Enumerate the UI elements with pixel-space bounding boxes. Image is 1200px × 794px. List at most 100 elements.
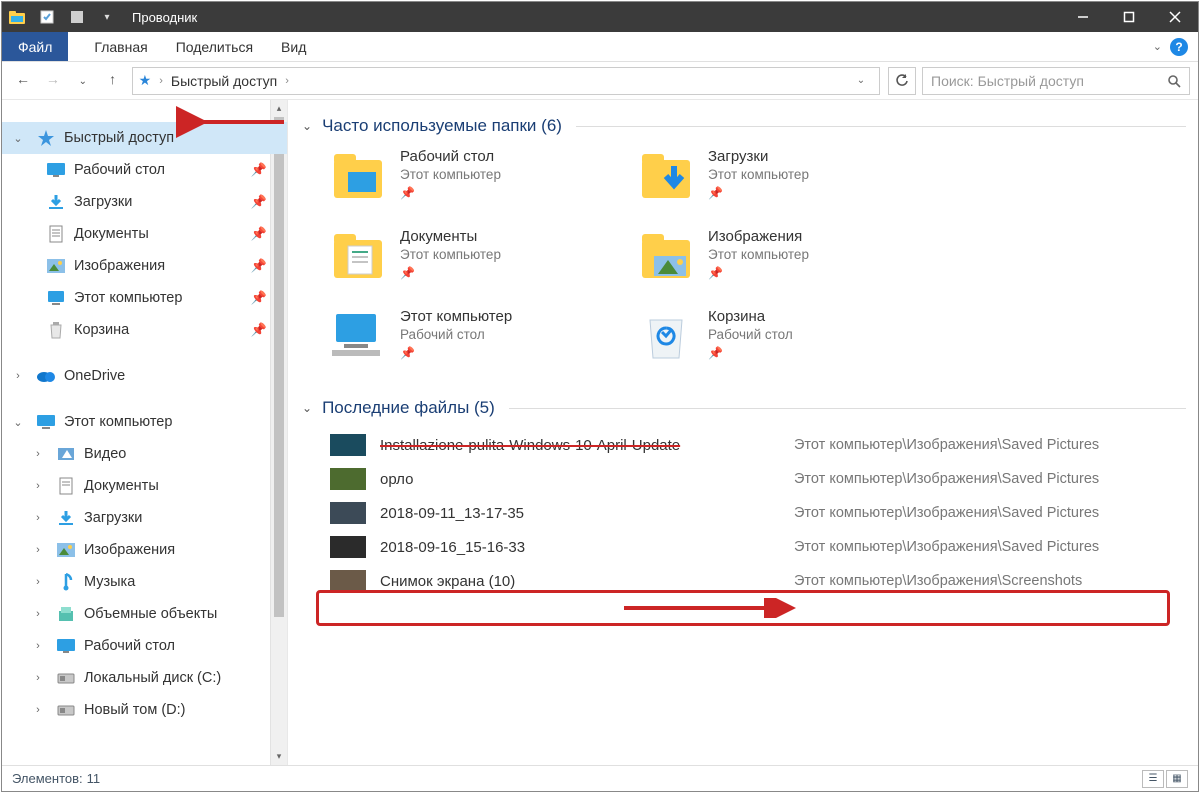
- file-tab[interactable]: Файл: [2, 32, 68, 61]
- maximize-button[interactable]: [1106, 2, 1152, 32]
- chevron-right-icon[interactable]: ›: [28, 448, 48, 460]
- tab-home[interactable]: Главная: [80, 32, 161, 61]
- pc-icon: [46, 288, 66, 308]
- ribbon-expand-icon[interactable]: ⌄: [1153, 40, 1162, 53]
- file-path: Этот компьютер\Изображения\Saved Picture…: [794, 505, 1099, 521]
- chevron-right-icon[interactable]: ›: [28, 576, 48, 588]
- minimize-button[interactable]: [1060, 2, 1106, 32]
- qat-properties-icon[interactable]: [32, 2, 62, 32]
- view-details-button[interactable]: ☰: [1142, 770, 1164, 788]
- qat-dropdown-icon[interactable]: ▾: [92, 2, 122, 32]
- file-path: Этот компьютер\Изображения\Saved Picture…: [794, 471, 1099, 487]
- tree-this-pc-child[interactable]: ›Рабочий стол: [2, 630, 287, 662]
- breadcrumb-chevron-icon[interactable]: ›: [159, 75, 163, 87]
- tab-share[interactable]: Поделиться: [162, 32, 267, 61]
- chevron-right-icon[interactable]: ›: [28, 704, 48, 716]
- pin-icon: 📌: [251, 290, 267, 306]
- folder-location: Этот компьютер: [400, 247, 501, 262]
- group-header-recent[interactable]: ⌄ Последние файлы (5): [302, 398, 1186, 418]
- folder-location: Этот компьютер: [708, 167, 809, 182]
- tree-desktop[interactable]: Рабочий стол 📌: [2, 154, 287, 186]
- tree-this-pc-child[interactable]: › Локальный диск (C:): [2, 662, 287, 694]
- chevron-right-icon[interactable]: ›: [28, 640, 48, 652]
- tree-this-pc-child[interactable]: ›Новый том (D:): [2, 694, 287, 726]
- file-thumbnail: [330, 468, 366, 490]
- folder-icon: [330, 226, 386, 282]
- chevron-right-icon[interactable]: ›: [28, 608, 48, 620]
- documents-icon: [46, 224, 66, 244]
- folder-name: Загрузки: [708, 148, 809, 165]
- frequent-folder-item[interactable]: Этот компьютерРабочий стол📌: [330, 306, 630, 380]
- file-name: орло: [380, 471, 780, 488]
- tree-downloads[interactable]: Загрузки 📌: [2, 186, 287, 218]
- file-path: Этот компьютер\Изображения\Saved Picture…: [794, 539, 1099, 555]
- group-header-folders[interactable]: ⌄ Часто используемые папки (6): [302, 116, 1186, 136]
- view-large-icons-button[interactable]: ▦: [1166, 770, 1188, 788]
- search-input[interactable]: Поиск: Быстрый доступ: [922, 67, 1190, 95]
- address-location[interactable]: Быстрый доступ: [171, 73, 277, 89]
- tab-view[interactable]: Вид: [267, 32, 320, 61]
- tree-item-label: Локальный диск (C:): [84, 670, 267, 686]
- breadcrumb-chevron-icon[interactable]: ›: [285, 75, 289, 87]
- tree-this-pc-child[interactable]: ›Документы: [2, 470, 287, 502]
- chevron-down-icon[interactable]: ⌄: [302, 119, 312, 133]
- frequent-folder-item[interactable]: КорзинаРабочий стол📌: [638, 306, 938, 380]
- nav-recent-dropdown[interactable]: ⌄: [70, 68, 96, 96]
- folder-icon: [638, 306, 694, 362]
- chevron-right-icon[interactable]: ›: [28, 480, 48, 492]
- frequent-folder-item[interactable]: ДокументыЭтот компьютер📌: [330, 226, 630, 300]
- ribbon: Файл Главная Поделиться Вид ⌄ ?: [2, 32, 1198, 62]
- explorer-window: ▾ Проводник Файл Главная Поделиться Вид …: [1, 1, 1199, 792]
- tree-this-pc-child[interactable]: ›Объемные объекты: [2, 598, 287, 630]
- tree-documents[interactable]: Документы 📌: [2, 218, 287, 250]
- close-button[interactable]: [1152, 2, 1198, 32]
- file-path: Этот компьютер\Изображения\Saved Picture…: [794, 437, 1099, 453]
- chevron-down-icon[interactable]: ⌄: [302, 401, 312, 415]
- pin-icon: 📌: [400, 266, 501, 280]
- tree-this-pc-pinned[interactable]: Этот компьютер 📌: [2, 282, 287, 314]
- folder-type-icon: [56, 476, 76, 496]
- pin-icon: 📌: [251, 226, 267, 242]
- pin-icon: 📌: [251, 162, 267, 178]
- address-bar[interactable]: ★ › Быстрый доступ › ⌄: [132, 67, 880, 95]
- refresh-button[interactable]: [888, 67, 916, 95]
- frequent-folder-item[interactable]: ИзображенияЭтот компьютер📌: [638, 226, 938, 300]
- explorer-icon: [2, 2, 32, 32]
- file-thumbnail: [330, 502, 366, 524]
- folder-name: Корзина: [708, 308, 793, 325]
- chevron-down-icon[interactable]: ⌄: [8, 132, 28, 145]
- status-bar: Элементов: 11 ☰ ▦: [2, 765, 1198, 791]
- frequent-folder-item[interactable]: ЗагрузкиЭтот компьютер📌: [638, 146, 938, 220]
- tree-this-pc-child[interactable]: ›Изображения: [2, 534, 287, 566]
- nav-forward-button[interactable]: →: [40, 65, 66, 93]
- navigation-pane: ▴▾ ⌄ Быстрый доступ Рабочий стол 📌 Загру…: [2, 100, 288, 765]
- help-icon[interactable]: ?: [1170, 38, 1188, 56]
- recent-file-row[interactable]: 2018-09-16_15-16-33Этот компьютер\Изобра…: [330, 530, 1186, 564]
- chevron-right-icon[interactable]: ›: [28, 544, 48, 556]
- tree-this-pc[interactable]: ⌄ Этот компьютер: [2, 406, 287, 438]
- tree-this-pc-child[interactable]: ›Музыка: [2, 566, 287, 598]
- tree-this-pc-child[interactable]: ›Загрузки: [2, 502, 287, 534]
- recent-file-row[interactable]: Снимок экрана (10)Этот компьютер\Изображ…: [330, 564, 1186, 598]
- recent-file-row[interactable]: орло Этот компьютер\Изображения\Saved Pic…: [330, 462, 1186, 496]
- content-pane: ⌄ Часто используемые папки (6) Рабочий с…: [288, 100, 1198, 765]
- chevron-down-icon[interactable]: ⌄: [8, 416, 28, 429]
- tree-this-pc-child[interactable]: ›Видео: [2, 438, 287, 470]
- nav-back-button[interactable]: ←: [10, 65, 36, 93]
- annotation-arrow: [196, 114, 286, 130]
- chevron-right-icon[interactable]: ›: [28, 672, 48, 684]
- file-path: Этот компьютер\Изображения\Screenshots: [794, 573, 1082, 589]
- qat-newfolder-icon[interactable]: [62, 2, 92, 32]
- file-thumbnail: [330, 536, 366, 558]
- chevron-right-icon[interactable]: ›: [8, 370, 28, 382]
- frequent-folder-item[interactable]: Рабочий столЭтот компьютер📌: [330, 146, 630, 220]
- tree-onedrive[interactable]: › OneDrive: [2, 360, 287, 392]
- tree-pictures[interactable]: Изображения 📌: [2, 250, 287, 282]
- address-dropdown-icon[interactable]: ⌄: [849, 68, 873, 94]
- chevron-right-icon[interactable]: ›: [28, 512, 48, 524]
- nav-up-button[interactable]: ↑: [100, 65, 126, 93]
- tree-recycle-bin[interactable]: Корзина 📌: [2, 314, 287, 346]
- folder-location: Рабочий стол: [400, 327, 512, 342]
- recent-file-row[interactable]: 2018-09-11_13-17-35Этот компьютер\Изобра…: [330, 496, 1186, 530]
- recent-file-row[interactable]: Installazione-pulita-Windows-10-April-Up…: [330, 428, 1186, 462]
